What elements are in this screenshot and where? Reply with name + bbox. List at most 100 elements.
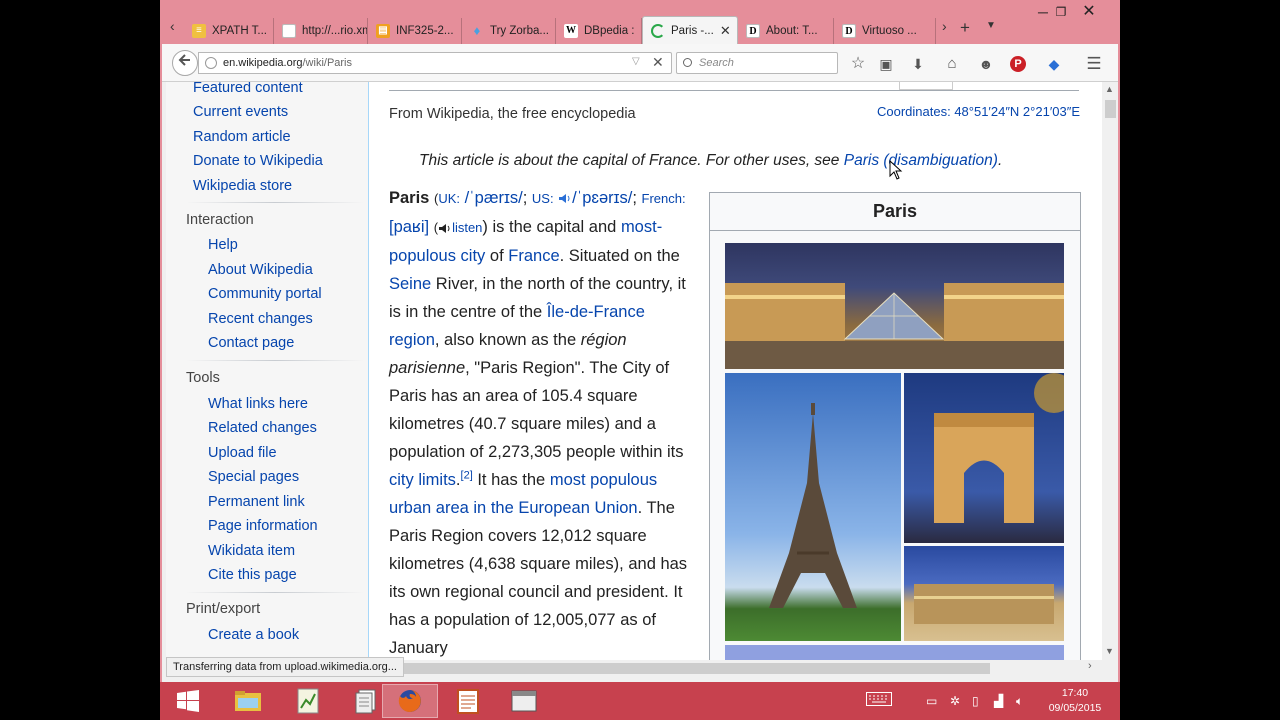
scroll-up-icon[interactable]: ▲ [1105, 84, 1114, 94]
sidebar-link-page-information[interactable]: Page information [208, 518, 318, 534]
eiffel-tower-photo[interactable] [725, 373, 901, 641]
city-limits-link[interactable]: city limits [389, 471, 456, 489]
sidebar-link-current-events[interactable]: Current events [193, 104, 288, 120]
sidebar-link-store[interactable]: Wikipedia store [193, 178, 292, 194]
tab-about[interactable]: D About: T... [738, 18, 834, 44]
sidebar-link-about[interactable]: About Wikipedia [208, 262, 313, 278]
network-icon[interactable]: ▟ [994, 694, 1003, 708]
infobox-photo-partial[interactable] [725, 645, 1064, 660]
keyboard-icon[interactable] [866, 692, 892, 709]
search-input[interactable]: Search [676, 52, 838, 74]
windows-logo-icon [177, 690, 199, 712]
maximize-icon[interactable]: ❐ [1046, 2, 1076, 22]
vertical-scroll-thumb[interactable] [1105, 100, 1116, 118]
back-button[interactable] [172, 50, 198, 76]
download-icon[interactable]: ⬇ [908, 54, 928, 74]
firefox-icon [398, 690, 421, 712]
documents-icon [355, 689, 376, 714]
tab-rio-xml[interactable]: http://...rio.xml [274, 18, 368, 44]
sidebar-link-donate[interactable]: Donate to Wikipedia [193, 153, 323, 169]
tab-dbpedia[interactable]: W DBpedia : [556, 18, 642, 44]
task-app-button[interactable] [280, 684, 336, 718]
sidebar-link-wikidata-item[interactable]: Wikidata item [208, 543, 295, 559]
tab-inf325[interactable]: ▤ INF325-2... [368, 18, 462, 44]
zorba-icon: ♦ [473, 23, 481, 38]
file-explorer-button[interactable] [220, 684, 276, 718]
sidebar-link-recent-changes[interactable]: Recent changes [208, 311, 313, 327]
seine-link[interactable]: Seine [389, 275, 431, 293]
sidebar-link-community-portal[interactable]: Community portal [208, 286, 322, 302]
tray-window-icon[interactable]: ▭ [926, 694, 937, 708]
coordinates: Coordinates: 48°51′24″N 2°21′03″E [877, 104, 1080, 119]
extension-icon[interactable]: ◆ [1044, 54, 1064, 74]
notepad-button[interactable] [440, 684, 496, 718]
tab-xpath[interactable]: ≡ XPATH T... [184, 18, 274, 44]
vertical-scrollbar[interactable]: ▲ ▼ [1102, 82, 1118, 660]
url-bar[interactable]: en.wikipedia.org/wiki/Paris [198, 52, 672, 74]
ipa-uk-link[interactable]: /ˈpærɪs/ [465, 189, 523, 207]
new-tab-icon[interactable]: + [960, 18, 970, 38]
tray-app-icon[interactable]: ✲ [950, 694, 960, 708]
search-placeholder: Search [699, 57, 734, 69]
bookmark-star-icon[interactable]: ☆ [848, 54, 868, 74]
clock[interactable]: 17:40 09/05/2015 [1040, 686, 1110, 716]
volume-icon[interactable]: 🔈︎ [1016, 694, 1023, 709]
url-host: en.wikipedia.org [223, 57, 303, 69]
chat-icon[interactable]: ☻ [976, 54, 996, 74]
pron-us-link[interactable]: US: [532, 191, 554, 206]
firefox-button[interactable] [382, 684, 438, 718]
sidebar-link-cite-this-page[interactable]: Cite this page [208, 567, 297, 583]
tab-scroll-left-icon[interactable]: ‹ [170, 18, 175, 34]
sidebar-link-random-article[interactable]: Random article [193, 129, 291, 145]
sidebar-link-special-pages[interactable]: Special pages [208, 469, 299, 485]
infobox: Paris [709, 192, 1081, 660]
sidebar-link-upload-file[interactable]: Upload file [208, 445, 277, 461]
scroll-right-icon[interactable]: › [1088, 660, 1092, 672]
pron-uk-link[interactable]: UK: [438, 191, 460, 206]
speaker-icon[interactable] [438, 223, 452, 234]
home-icon[interactable]: ⌂ [942, 54, 962, 74]
speaker-icon[interactable] [558, 193, 572, 204]
close-tab-icon[interactable]: ✕ [720, 23, 731, 39]
taskbar: ▭ ✲ ▯ ▟ 🔈︎ 17:40 09/05/2015 [160, 682, 1120, 720]
france-link[interactable]: France [508, 247, 559, 265]
tab-zorba[interactable]: ♦ Try Zorba... [462, 18, 556, 44]
coordinates-label[interactable]: Coordinates: [877, 104, 951, 119]
close-window-icon[interactable]: ✕ [1074, 2, 1104, 22]
sidebar-link-permanent-link[interactable]: Permanent link [208, 494, 305, 510]
title-bar: ‹ ≡ XPATH T... http://...rio.xml ▤ INF32… [162, 0, 1118, 44]
ipa-fr-link[interactable]: [paʁi] [389, 218, 429, 236]
search-icon [683, 58, 692, 67]
disambiguation-link[interactable]: Paris (disambiguation) [844, 152, 998, 169]
tab-scroll-right-icon[interactable]: › [942, 18, 947, 34]
start-button[interactable] [160, 684, 216, 718]
tab-list-icon[interactable]: ▼ [986, 20, 996, 31]
sidebar-link-what-links-here[interactable]: What links here [208, 396, 308, 412]
lead-paragraph: Paris (UK: /ˈpærɪs/; US: /ˈpɛərɪs/; Fren… [389, 189, 688, 657]
url-dropdown-icon[interactable]: ▽ [632, 56, 640, 67]
window-app-button[interactable] [496, 684, 552, 718]
reference-2-link[interactable]: [2] [461, 470, 473, 482]
arc-de-triomphe-photo[interactable] [904, 373, 1064, 543]
tab-virtuoso[interactable]: D Virtuoso ... [834, 18, 936, 44]
doc-icon: ▤ [376, 24, 390, 38]
scroll-down-icon[interactable]: ▼ [1105, 646, 1114, 656]
menu-icon[interactable]: ☰ [1084, 54, 1104, 74]
stop-icon[interactable]: ✕ [652, 54, 664, 71]
ipa-us-link[interactable]: /ˈpɛərɪs/ [572, 189, 632, 207]
page-tab-edge [899, 82, 953, 90]
louvre-pyramid-photo[interactable] [725, 243, 1064, 369]
coordinates-value[interactable]: 48°51′24″N 2°21′03″E [954, 104, 1080, 119]
pinterest-icon[interactable]: P [1010, 56, 1026, 72]
listen-link[interactable]: listen [452, 220, 482, 235]
sidebar-link-create-book[interactable]: Create a book [208, 627, 299, 643]
pron-fr-link[interactable]: French: [642, 191, 686, 206]
sidebar-link-featured-content[interactable]: Featured content [193, 82, 303, 96]
tray-device-icon[interactable]: ▯ [972, 694, 979, 708]
tab-paris[interactable]: Paris -... ✕ [642, 16, 738, 44]
sidebar-link-contact[interactable]: Contact page [208, 335, 294, 351]
sidebar-link-related-changes[interactable]: Related changes [208, 420, 317, 436]
versailles-photo[interactable] [904, 546, 1064, 641]
reading-list-icon[interactable]: ▣ [876, 54, 896, 74]
sidebar-link-help[interactable]: Help [208, 237, 238, 253]
